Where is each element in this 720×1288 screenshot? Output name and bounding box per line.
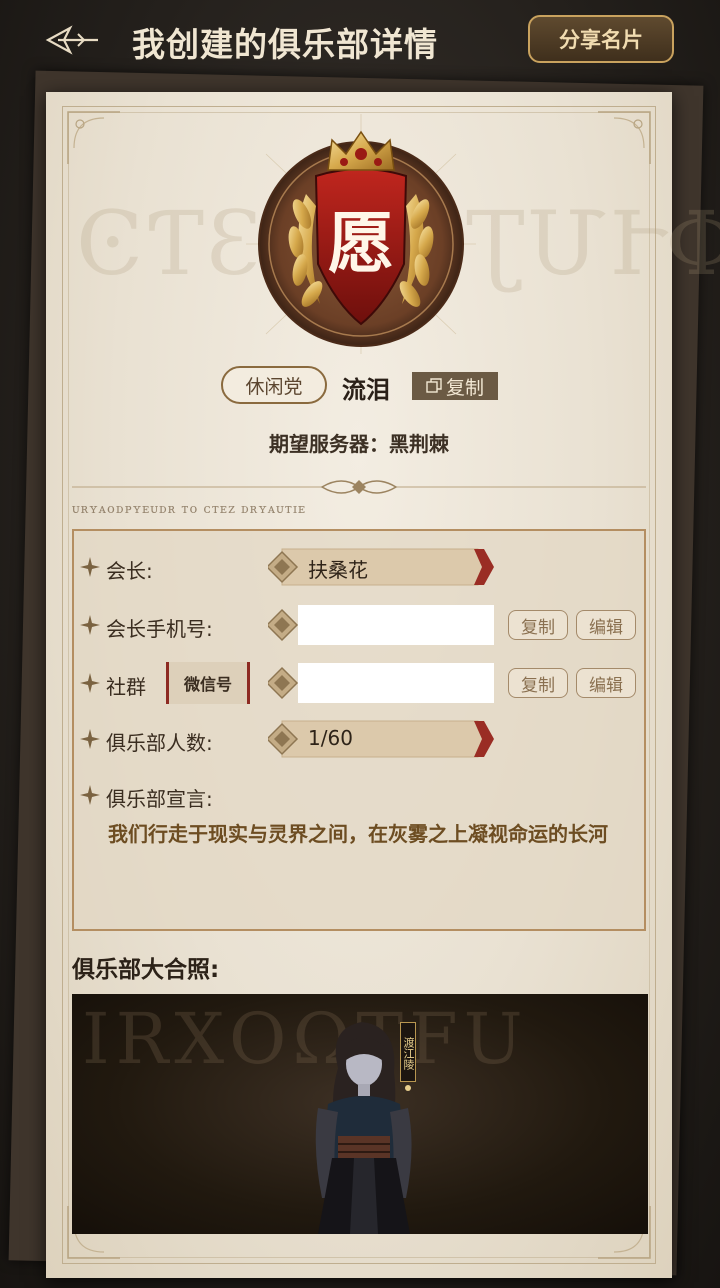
manifesto-row: 俱乐部宣言:: [74, 773, 648, 817]
club-emblem: 愿: [246, 114, 476, 354]
copy-icon: [426, 378, 442, 393]
members-row: 俱乐部人数: 1/60: [74, 717, 648, 761]
rune-text: ᴜʀʏᴀᴏᴅᴘʏᴇᴜᴅʀ ᴛᴏ ᴄᴛᴇᴢ ᴅʀʏᴀᴜᴛɪᴇ: [72, 502, 307, 517]
group-photo-label: 俱乐部大合照:: [72, 957, 220, 983]
copy-label: 复制: [445, 376, 484, 399]
phone-row: 会长手机号: 复制 编辑: [74, 601, 648, 645]
ornament-divider: [72, 480, 646, 494]
leader-name: 扶桑花: [308, 558, 368, 582]
expected-server: 期望服务器：黑荆棘: [269, 432, 449, 456]
watermark-right: ƮՄՒΦ: [466, 192, 720, 295]
group-photo[interactable]: IRXOΩTFU 渡江陵: [72, 994, 648, 1234]
page-title: 我创建的俱乐部详情: [132, 25, 438, 64]
club-name: 流泪: [342, 375, 390, 404]
copy-club-name-button[interactable]: 复制: [412, 372, 498, 400]
club-info-panel: 会长: 扶桑花 会长手机号: 复制 编辑 社群 微信号 复制 编辑 俱乐部人数:…: [72, 529, 646, 931]
corner-ornament-icon: [598, 111, 651, 164]
phone-number-field[interactable]: [298, 605, 494, 645]
phone-label: 会长手机号:: [106, 617, 213, 641]
wechat-id-field[interactable]: [298, 663, 494, 703]
diamond-icon: [268, 608, 299, 642]
edit-wechat-button[interactable]: 编辑: [576, 668, 636, 698]
share-card-button[interactable]: 分享名片: [528, 15, 674, 63]
crown-icon: [327, 130, 395, 171]
manifesto-label: 俱乐部宣言:: [106, 787, 213, 811]
star-bullet-icon: [80, 729, 100, 749]
leader-label: 会长:: [106, 559, 153, 583]
community-label: 社群: [106, 675, 146, 699]
diamond-icon: [268, 666, 299, 700]
character-name-dot: [405, 1085, 411, 1091]
corner-ornament-icon: [67, 111, 120, 164]
leader-value-bar: 扶桑花: [268, 548, 496, 586]
members-label: 俱乐部人数:: [106, 731, 213, 755]
community-row: 社群 微信号 复制 编辑: [74, 659, 648, 704]
back-button[interactable]: [44, 22, 104, 58]
members-value-bar: 1/60: [268, 720, 496, 758]
emblem-character: 愿: [328, 204, 394, 282]
star-bullet-icon: [80, 557, 100, 577]
star-bullet-icon: [80, 615, 100, 635]
members-count: 1/60: [308, 726, 353, 750]
copy-phone-button[interactable]: 复制: [508, 610, 568, 640]
copy-wechat-button[interactable]: 复制: [508, 668, 568, 698]
manifesto-text: 我们行走于现实与灵界之间，在灰雾之上凝视命运的长河: [108, 822, 608, 846]
character-name-tag: 渡江陵: [400, 1022, 416, 1082]
leader-row: 会长: 扶桑花: [74, 545, 648, 589]
star-bullet-icon: [80, 673, 100, 693]
community-type-selector[interactable]: 微信号: [166, 662, 250, 704]
back-arrow-icon: [45, 25, 98, 55]
club-detail-card: ϾƬƐƵ ƮՄՒΦ 愿 休闲党 流泪 复制 期望服务器：黑荆棘 ᴜʀʏᴀᴏᴅᴘʏ…: [46, 92, 720, 1278]
club-tag: 休闲党: [221, 366, 327, 404]
edit-phone-button[interactable]: 编辑: [576, 610, 636, 640]
star-bullet-icon: [80, 785, 100, 805]
